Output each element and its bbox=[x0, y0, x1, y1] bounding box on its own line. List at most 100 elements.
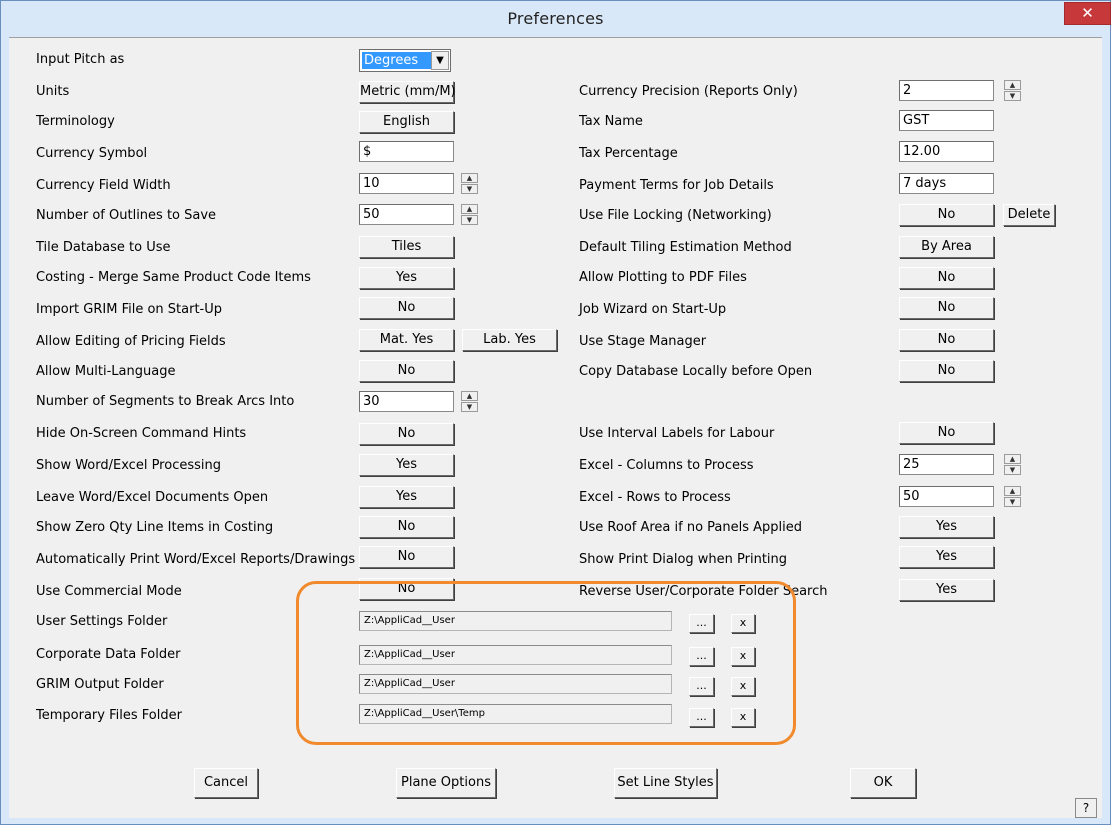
excel-columns-field[interactable]: 25 bbox=[899, 454, 994, 475]
spin-down-icon[interactable]: ▼ bbox=[1004, 91, 1021, 101]
print-dialog-button[interactable]: Yes bbox=[899, 546, 994, 568]
spin-down-icon[interactable]: ▼ bbox=[461, 402, 478, 412]
input-pitch-select[interactable]: Degrees ▼ bbox=[359, 49, 451, 72]
browse-user-settings-button[interactable]: ... bbox=[689, 614, 714, 633]
tax-percentage-label: Tax Percentage bbox=[579, 146, 678, 161]
costing-merge-label: Costing - Merge Same Product Code Items bbox=[36, 270, 311, 285]
browse-grim-output-button[interactable]: ... bbox=[689, 677, 714, 696]
folder-search-button[interactable]: Yes bbox=[899, 579, 994, 601]
zero-qty-button[interactable]: No bbox=[359, 516, 454, 538]
spin-up-icon[interactable]: ▲ bbox=[1004, 486, 1021, 496]
commercial-mode-label: Use Commercial Mode bbox=[36, 584, 182, 599]
spin-up-icon[interactable]: ▲ bbox=[461, 391, 478, 401]
tile-database-label: Tile Database to Use bbox=[36, 240, 171, 255]
import-grim-label: Import GRIM File on Start-Up bbox=[36, 302, 222, 317]
copy-database-button[interactable]: No bbox=[899, 360, 994, 382]
stage-manager-button[interactable]: No bbox=[899, 329, 994, 351]
tile-database-button[interactable]: Tiles bbox=[359, 236, 454, 258]
currency-precision-spinner[interactable]: ▲ ▼ bbox=[1004, 80, 1021, 101]
temporary-files-folder-field[interactable]: Z:\AppliCad__User\Temp bbox=[359, 704, 672, 724]
spin-up-icon[interactable]: ▲ bbox=[1004, 454, 1021, 464]
word-excel-processing-button[interactable]: Yes bbox=[359, 454, 454, 476]
grim-output-folder-label: GRIM Output Folder bbox=[36, 677, 164, 692]
clear-temporary-files-button[interactable]: x bbox=[731, 708, 755, 727]
spin-down-icon[interactable]: ▼ bbox=[1004, 465, 1021, 475]
roof-area-button[interactable]: Yes bbox=[899, 516, 994, 538]
delete-lock-button[interactable]: Delete bbox=[1003, 204, 1055, 226]
clear-user-settings-button[interactable]: x bbox=[731, 614, 755, 633]
terminology-button[interactable]: English bbox=[359, 111, 454, 133]
chevron-down-icon[interactable]: ▼ bbox=[431, 51, 449, 70]
command-hints-label: Hide On-Screen Command Hints bbox=[36, 426, 247, 441]
spin-down-icon[interactable]: ▼ bbox=[1004, 497, 1021, 507]
excel-rows-spinner[interactable]: ▲ ▼ bbox=[1004, 486, 1021, 507]
tax-percentage-field[interactable]: 12.00 bbox=[899, 141, 994, 162]
spin-up-icon[interactable]: ▲ bbox=[461, 204, 478, 214]
currency-symbol-field[interactable]: $ bbox=[359, 141, 454, 162]
tax-name-label: Tax Name bbox=[579, 114, 643, 129]
multi-language-label: Allow Multi-Language bbox=[36, 364, 176, 379]
roof-area-label: Use Roof Area if no Panels Applied bbox=[579, 520, 803, 535]
help-button[interactable]: ? bbox=[1075, 798, 1097, 818]
currency-symbol-label: Currency Symbol bbox=[36, 146, 148, 161]
currency-field-width-spinner[interactable]: ▲ ▼ bbox=[461, 173, 478, 194]
arc-segments-field[interactable]: 30 bbox=[359, 391, 454, 412]
auto-print-button[interactable]: No bbox=[359, 546, 454, 568]
spin-down-icon[interactable]: ▼ bbox=[461, 184, 478, 194]
print-dialog-label: Show Print Dialog when Printing bbox=[579, 552, 788, 567]
user-settings-folder-field[interactable]: Z:\AppliCad__User bbox=[359, 611, 672, 631]
outlines-to-save-label: Number of Outlines to Save bbox=[36, 208, 217, 223]
grim-output-folder-field[interactable]: Z:\AppliCad__User bbox=[359, 674, 672, 694]
tax-name-field[interactable]: GST bbox=[899, 110, 994, 131]
multi-language-button[interactable]: No bbox=[359, 360, 454, 382]
plotting-pdf-label: Allow Plotting to PDF Files bbox=[579, 270, 747, 285]
temporary-files-folder-label: Temporary Files Folder bbox=[36, 708, 182, 723]
excel-rows-field[interactable]: 50 bbox=[899, 486, 994, 507]
folder-search-label: Reverse User/Corporate Folder Search bbox=[579, 584, 828, 599]
interval-labels-button[interactable]: No bbox=[899, 422, 994, 444]
outlines-to-save-spinner[interactable]: ▲ ▼ bbox=[461, 204, 478, 225]
spin-down-icon[interactable]: ▼ bbox=[461, 215, 478, 225]
browse-corporate-data-button[interactable]: ... bbox=[689, 647, 714, 666]
preferences-window: Preferences ✕ Input Pitch as Degrees ▼ U… bbox=[0, 0, 1111, 825]
close-button[interactable]: ✕ bbox=[1064, 2, 1111, 25]
units-button[interactable]: Metric (mm/M) bbox=[359, 81, 456, 103]
excel-columns-spinner[interactable]: ▲ ▼ bbox=[1004, 454, 1021, 475]
job-wizard-button[interactable]: No bbox=[899, 297, 994, 319]
outlines-to-save-field[interactable]: 50 bbox=[359, 204, 454, 225]
window-title: Preferences bbox=[507, 9, 604, 28]
plotting-pdf-button[interactable]: No bbox=[899, 267, 994, 289]
ok-button[interactable]: OK bbox=[850, 768, 916, 798]
material-pricing-button[interactable]: Mat. Yes bbox=[359, 329, 454, 351]
pricing-fields-label: Allow Editing of Pricing Fields bbox=[36, 334, 226, 349]
clear-grim-output-button[interactable]: x bbox=[731, 677, 755, 696]
documents-open-label: Leave Word/Excel Documents Open bbox=[36, 490, 269, 505]
units-label: Units bbox=[36, 84, 70, 99]
corporate-data-folder-label: Corporate Data Folder bbox=[36, 647, 181, 662]
spin-up-icon[interactable]: ▲ bbox=[461, 173, 478, 183]
clear-corporate-data-button[interactable]: x bbox=[731, 647, 755, 666]
file-locking-label: Use File Locking (Networking) bbox=[579, 208, 772, 223]
labour-pricing-button[interactable]: Lab. Yes bbox=[462, 329, 557, 351]
title-bar[interactable]: Preferences ✕ bbox=[1, 1, 1111, 37]
payment-terms-field[interactable]: 7 days bbox=[899, 173, 994, 194]
user-settings-folder-label: User Settings Folder bbox=[36, 614, 168, 629]
command-hints-button[interactable]: No bbox=[359, 423, 454, 445]
set-line-styles-button[interactable]: Set Line Styles bbox=[614, 768, 717, 798]
arc-segments-spinner[interactable]: ▲ ▼ bbox=[461, 391, 478, 412]
copy-database-label: Copy Database Locally before Open bbox=[579, 364, 813, 379]
commercial-mode-button[interactable]: No bbox=[359, 578, 454, 600]
cancel-button[interactable]: Cancel bbox=[194, 768, 258, 798]
spin-up-icon[interactable]: ▲ bbox=[1004, 80, 1021, 90]
corporate-data-folder-field[interactable]: Z:\AppliCad__User bbox=[359, 645, 672, 665]
browse-temporary-files-button[interactable]: ... bbox=[689, 708, 714, 727]
costing-merge-button[interactable]: Yes bbox=[359, 267, 454, 289]
import-grim-button[interactable]: No bbox=[359, 297, 454, 319]
word-excel-processing-label: Show Word/Excel Processing bbox=[36, 458, 221, 473]
file-locking-button[interactable]: No bbox=[899, 204, 994, 226]
documents-open-button[interactable]: Yes bbox=[359, 486, 454, 508]
tiling-method-button[interactable]: By Area bbox=[899, 236, 994, 258]
currency-field-width-field[interactable]: 10 bbox=[359, 173, 454, 194]
plane-options-button[interactable]: Plane Options bbox=[396, 768, 496, 798]
currency-precision-field[interactable]: 2 bbox=[899, 80, 994, 101]
